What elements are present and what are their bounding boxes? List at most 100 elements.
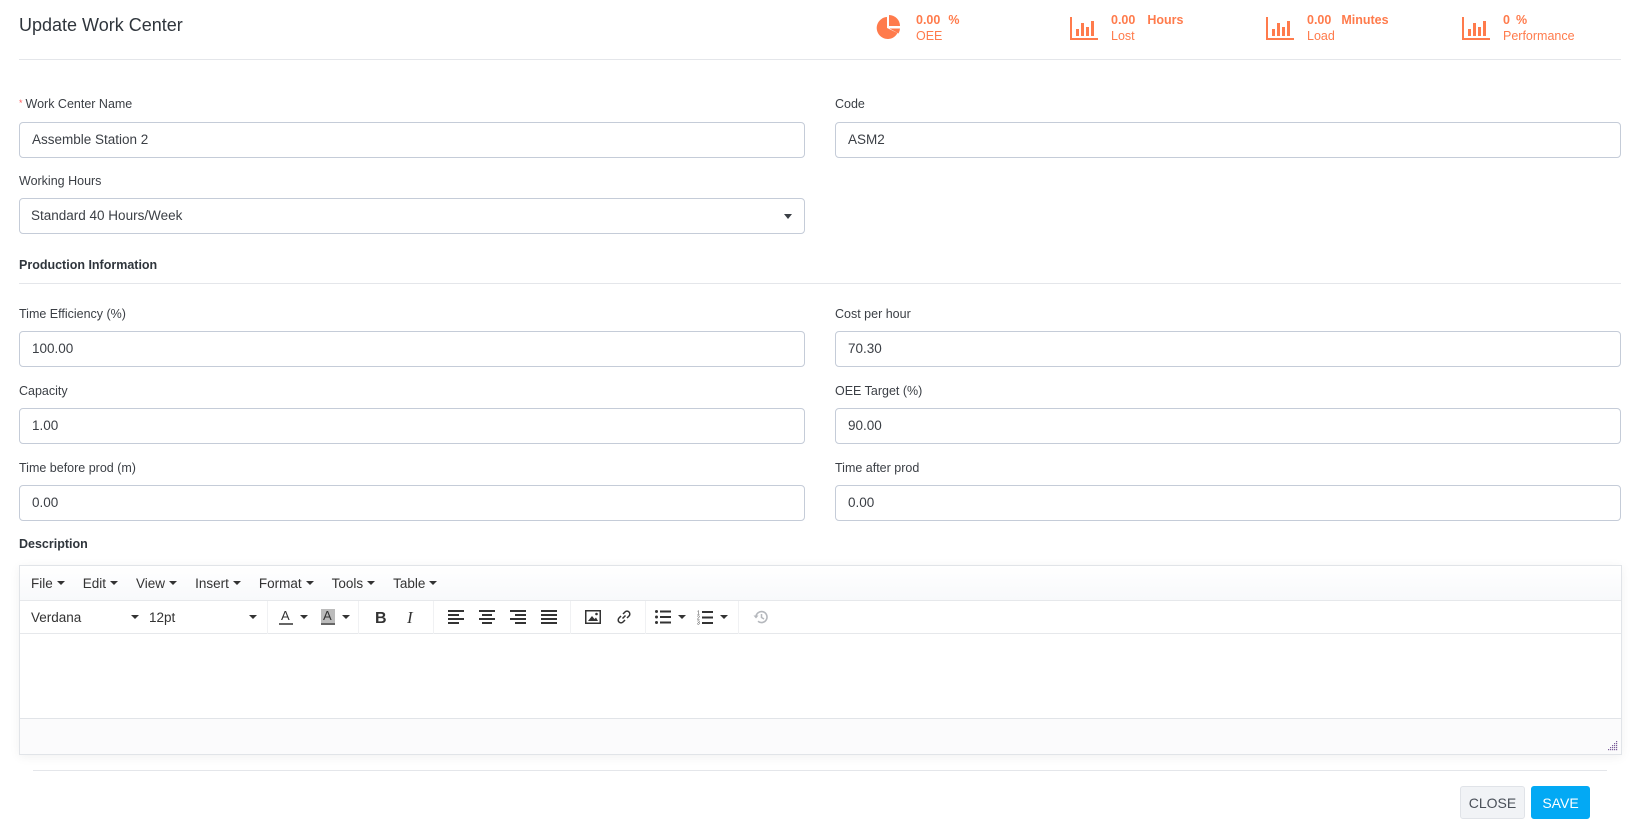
editor-menubar: File Edit View Insert Format Tools Table [20, 566, 1621, 601]
caret-down-icon [678, 615, 686, 619]
caret-down-icon [169, 581, 178, 585]
caret-down-icon [110, 581, 119, 585]
caret-down-icon [249, 615, 257, 619]
pie-chart-icon [876, 15, 900, 39]
menu-file[interactable]: File [31, 576, 65, 591]
font-family-value: Verdana [31, 609, 82, 625]
bar-chart-icon [1070, 17, 1098, 40]
working-hours-value: Standard 40 Hours/Week [31, 208, 183, 223]
time-after-prod-input[interactable]: 0.00 [835, 485, 1621, 521]
working-hours-select[interactable]: Standard 40 Hours/Week [19, 198, 805, 234]
code-label: Code [835, 97, 865, 111]
caret-down-icon [367, 581, 376, 585]
align-right-button[interactable] [502, 602, 533, 632]
align-left-icon [447, 610, 464, 624]
font-family-select[interactable]: Verdana [31, 601, 149, 634]
bullet-list-button[interactable] [652, 602, 674, 632]
bullet-list-icon [655, 610, 671, 624]
background-color-dropdown[interactable] [340, 602, 352, 632]
svg-text:I: I [406, 609, 414, 625]
kpi-oee-unit: % [948, 13, 960, 27]
list-group: 123 [645, 600, 738, 634]
resize-handle-icon[interactable] [1608, 741, 1618, 751]
kpi-lost-value: 0.00 [1111, 13, 1136, 27]
caret-down-icon [342, 615, 350, 619]
bold-icon: B [375, 610, 387, 625]
bold-button[interactable]: B [365, 602, 396, 632]
align-left-button[interactable] [440, 602, 471, 632]
time-after-prod-label: Time after prod [835, 461, 920, 475]
editor-content-area[interactable] [20, 634, 1621, 718]
bullet-list-dropdown[interactable] [674, 602, 690, 632]
caret-down-icon [300, 615, 308, 619]
page-title: Update Work Center [19, 15, 183, 35]
oee-target-label: OEE Target (%) [835, 384, 923, 398]
insert-link-button[interactable] [608, 602, 639, 632]
align-center-icon [478, 610, 495, 624]
description-editor: File Edit View Insert Format Tools Table… [19, 565, 1622, 755]
required-marker: * [19, 98, 23, 108]
work-center-name-input[interactable]: Assemble Station 2 [19, 122, 805, 158]
image-icon [584, 610, 601, 624]
color-group: A A [267, 600, 358, 634]
oee-target-input[interactable]: 90.00 [835, 408, 1621, 444]
insert-group [570, 600, 645, 634]
chevron-down-icon [784, 214, 792, 219]
menu-view[interactable]: View [136, 576, 178, 591]
kpi-load-value: 0.00 [1307, 13, 1332, 27]
kpi-load-label: Load [1307, 29, 1335, 43]
caret-down-icon [131, 615, 139, 619]
kpi-lost: 0.00 Hours Lost [1069, 12, 1183, 44]
svg-text:A: A [281, 608, 290, 623]
align-justify-icon [540, 610, 557, 624]
work-center-name-label: * Work Center Name [19, 97, 133, 111]
background-color-button[interactable]: A [316, 602, 340, 632]
history-icon [753, 610, 768, 624]
capacity-input[interactable]: 1.00 [19, 408, 805, 444]
numbered-list-button[interactable]: 123 [694, 602, 716, 632]
restore-draft-button[interactable] [745, 602, 776, 632]
bar-chart-icon [1462, 17, 1490, 40]
italic-button[interactable]: I [396, 602, 427, 632]
numbered-list-dropdown[interactable] [716, 602, 732, 632]
kpi-performance-value: 0 [1503, 13, 1510, 27]
align-right-icon [509, 610, 526, 624]
time-before-prod-input[interactable]: 0.00 [19, 485, 805, 521]
align-justify-button[interactable] [533, 602, 564, 632]
footer-divider [33, 770, 1607, 771]
format-group: B I [358, 600, 433, 634]
menu-tools[interactable]: Tools [332, 576, 376, 591]
time-efficiency-label: Time Efficiency (%) [19, 307, 126, 321]
text-color-button[interactable]: A [274, 602, 298, 632]
editor-statusbar [20, 718, 1621, 754]
save-button[interactable]: SAVE [1531, 786, 1590, 819]
kpi-performance-unit: % [1515, 13, 1528, 27]
time-efficiency-input[interactable]: 100.00 [19, 331, 805, 367]
caret-down-icon [232, 581, 241, 585]
menu-insert[interactable]: Insert [195, 576, 241, 591]
caret-down-icon [56, 581, 65, 585]
menu-edit[interactable]: Edit [83, 576, 119, 591]
close-button[interactable]: CLOSE [1460, 786, 1525, 819]
kpi-load: 0.00 Minutes Load [1265, 12, 1389, 44]
text-color-dropdown[interactable] [298, 602, 310, 632]
svg-text:A: A [323, 608, 332, 623]
time-before-prod-label: Time before prod (m) [19, 461, 136, 475]
background-color-icon: A [321, 608, 335, 625]
menu-format[interactable]: Format [259, 576, 314, 591]
align-group [433, 600, 570, 634]
kpi-lost-unit: Hours [1147, 13, 1184, 27]
menu-table[interactable]: Table [393, 576, 438, 591]
capacity-label: Capacity [19, 384, 68, 398]
insert-image-button[interactable] [577, 602, 608, 632]
history-group [738, 600, 782, 634]
text-color-icon: A [279, 608, 293, 625]
cost-per-hour-input[interactable]: 70.30 [835, 331, 1621, 367]
bar-chart-icon [1266, 17, 1294, 40]
code-input[interactable]: ASM2 [835, 122, 1621, 158]
kpi-load-unit: Minutes [1341, 13, 1389, 27]
numbered-list-icon: 123 [697, 610, 713, 625]
align-center-button[interactable] [471, 602, 502, 632]
description-label: Description [19, 537, 88, 551]
font-size-select[interactable]: 12pt [149, 601, 267, 634]
